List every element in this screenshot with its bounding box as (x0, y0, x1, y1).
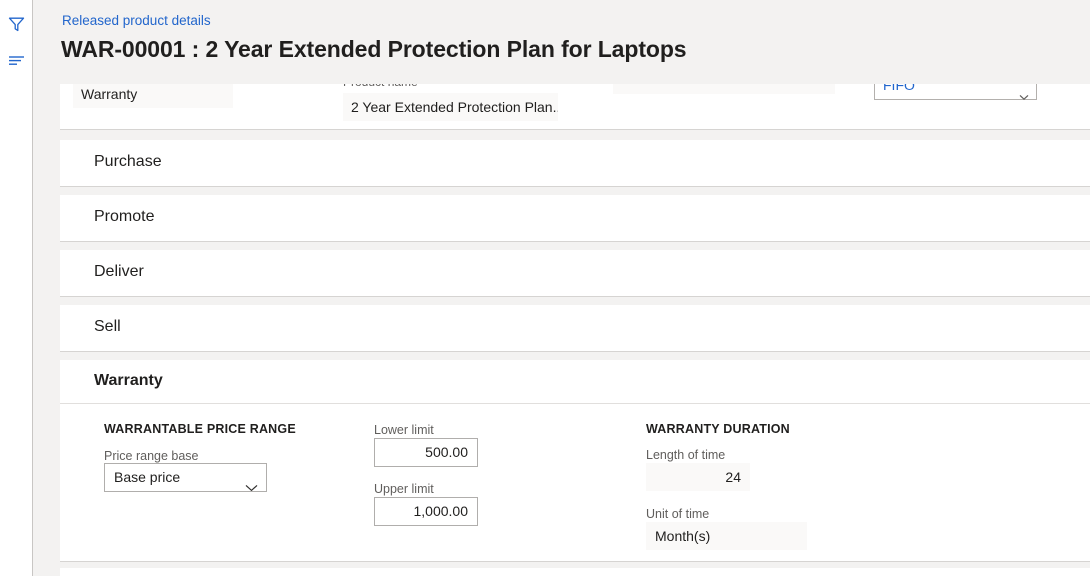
product-name-value[interactable]: 2 Year Extended Protection Plan... (343, 93, 558, 121)
fasttab-sell-label: Sell (94, 318, 121, 335)
length-of-time-label: Length of time (646, 448, 726, 462)
unit-of-time-label: Unit of time (646, 507, 710, 521)
price-range-base-select[interactable]: Base price (104, 463, 267, 492)
fasttab-promote-label: Promote (94, 208, 155, 225)
left-rail (0, 0, 33, 576)
chevron-down-icon (1019, 82, 1029, 110)
breadcrumb[interactable]: Released product details (62, 13, 211, 28)
page-title: WAR-00001 : 2 Year Extended Protection P… (61, 36, 687, 62)
upper-limit-input[interactable]: 1,000.00 (374, 497, 478, 526)
fasttab-warranty[interactable]: Warranty (60, 360, 1090, 404)
price-range-base-value: Base price (114, 469, 181, 485)
fasttab-deliver[interactable]: Deliver (60, 250, 1090, 297)
fasttab-purchase[interactable]: Purchase (60, 140, 1090, 187)
fasttab-warranty-label: Warranty (94, 372, 163, 389)
warrantable-price-range-group-title: WARRANTABLE PRICE RANGE (104, 422, 296, 436)
filter-lines-icon[interactable] (0, 52, 33, 68)
chevron-down-icon (245, 474, 258, 491)
warranty-panel: WARRANTABLE PRICE RANGE Price range base… (60, 404, 1090, 562)
page-body: Warranty Product name 2 Year Extended Pr… (34, 0, 1090, 576)
upper-limit-label: Upper limit (374, 482, 434, 496)
filter-funnel-icon[interactable] (0, 14, 33, 34)
item-group-value[interactable]: Warranty (73, 80, 233, 108)
fasttab-purchase-label: Purchase (94, 153, 162, 170)
price-range-base-label: Price range base (104, 449, 199, 463)
lower-limit-input[interactable]: 500.00 (374, 438, 478, 467)
length-of-time-input[interactable]: 24 (646, 463, 750, 491)
fasttab-promote[interactable]: Promote (60, 195, 1090, 242)
fasttab-deliver-label: Deliver (94, 263, 144, 280)
unit-of-time-input[interactable]: Month(s) (646, 522, 807, 550)
next-section-peek[interactable] (60, 568, 1090, 576)
released-product-details-page: Warranty Product name 2 Year Extended Pr… (0, 0, 1090, 576)
fasttab-sell[interactable]: Sell (60, 305, 1090, 352)
warranty-duration-group-title: WARRANTY DURATION (646, 422, 790, 436)
lower-limit-label: Lower limit (374, 423, 434, 437)
page-header: Released product details WAR-00001 : 2 Y… (34, 0, 1090, 84)
